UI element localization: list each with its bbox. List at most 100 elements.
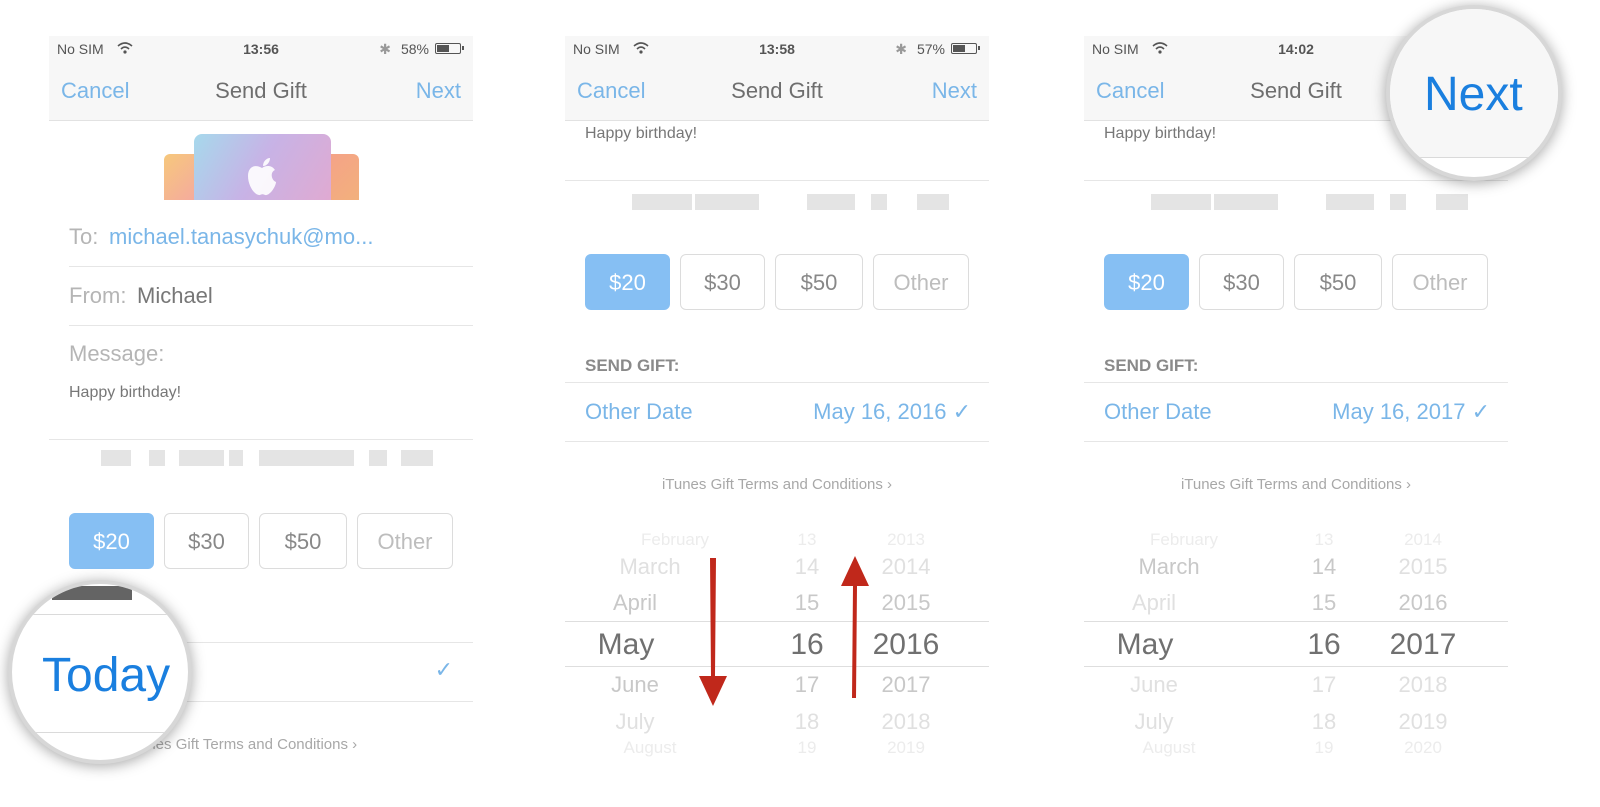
- bluetooth-icon: ✱: [379, 41, 391, 57]
- terms-link[interactable]: iTunes Gift Terms and Conditions ›: [1084, 476, 1508, 493]
- other-date-row[interactable]: Other Date May 16, 2016 ✓: [565, 382, 989, 442]
- nav-bar: Cancel Send Gift Next: [565, 62, 989, 121]
- picker-year[interactable]: 2020: [1378, 738, 1468, 758]
- blurred-text: [1084, 194, 1508, 212]
- battery-icon: [951, 43, 980, 54]
- arrow-up-icon: [841, 556, 869, 698]
- message-field[interactable]: Happy birthday!: [69, 384, 181, 402]
- picker-month-selected[interactable]: May: [565, 628, 687, 662]
- battery-icon: [435, 43, 464, 54]
- picker-day[interactable]: 14: [1294, 554, 1354, 580]
- arrow-down-icon: [699, 558, 727, 706]
- picker-day[interactable]: 15: [777, 590, 837, 616]
- picker-month[interactable]: March: [1114, 554, 1224, 580]
- picker-year[interactable]: 2015: [1378, 554, 1468, 580]
- amount-50-button[interactable]: $50: [259, 513, 347, 569]
- gift-card-image: [164, 134, 359, 200]
- picker-day-selected[interactable]: 16: [1294, 628, 1354, 662]
- amount-20-button[interactable]: $20: [69, 513, 154, 569]
- picker-month[interactable]: August: [595, 738, 705, 758]
- picker-day[interactable]: 13: [777, 530, 837, 550]
- other-date-label: Other Date: [1104, 399, 1212, 424]
- from-label: From:: [69, 283, 127, 308]
- picker-year[interactable]: 2016: [1378, 590, 1468, 616]
- screen-date-picker-2016: No SIM 13:58 ✱ 57% Cancel Send Gift Next…: [565, 36, 989, 776]
- send-gift-header: SEND GIFT:: [1104, 356, 1199, 375]
- other-date-label: Other Date: [585, 399, 693, 424]
- picker-day[interactable]: 17: [777, 672, 837, 698]
- picker-day[interactable]: 18: [777, 709, 837, 735]
- picker-year[interactable]: 2014: [1378, 530, 1468, 550]
- picker-day[interactable]: 14: [777, 554, 837, 580]
- battery-percent: 58%: [400, 41, 429, 57]
- date-picker[interactable]: February March April May June July Augus…: [1084, 526, 1508, 758]
- picker-day[interactable]: 19: [1294, 738, 1354, 758]
- bluetooth-icon: ✱: [895, 41, 907, 57]
- from-value: Michael: [137, 283, 213, 308]
- battery-percent: 57%: [916, 41, 945, 57]
- amount-30-button[interactable]: $30: [680, 254, 765, 310]
- picker-year-selected[interactable]: 2017: [1378, 628, 1468, 662]
- apple-logo-icon: [248, 158, 276, 196]
- date-picker[interactable]: February March April May June July Augus…: [565, 526, 989, 758]
- picker-month[interactable]: March: [595, 554, 705, 580]
- picker-month[interactable]: July: [1094, 709, 1214, 735]
- picker-month[interactable]: April: [1094, 590, 1214, 616]
- to-field[interactable]: To: michael.tanasychuk@mo...: [69, 206, 473, 267]
- picker-day[interactable]: 15: [1294, 590, 1354, 616]
- amount-20-button[interactable]: $20: [585, 254, 670, 310]
- from-field[interactable]: From: Michael: [69, 265, 473, 326]
- picker-year[interactable]: 2018: [861, 709, 951, 735]
- picker-year[interactable]: 2019: [1378, 709, 1468, 735]
- page-title: Send Gift: [731, 78, 823, 103]
- picker-month[interactable]: June: [1094, 672, 1214, 698]
- picker-month[interactable]: February: [615, 530, 735, 550]
- checkmark-icon: ✓: [434, 657, 453, 682]
- picker-day[interactable]: 13: [1294, 530, 1354, 550]
- picker-day-selected[interactable]: 16: [777, 628, 837, 662]
- amount-20-button[interactable]: $20: [1104, 254, 1189, 310]
- amount-30-button[interactable]: $30: [164, 513, 249, 569]
- page-title: Send Gift: [215, 78, 307, 103]
- date-value: May 16, 2016 ✓: [813, 399, 971, 424]
- amount-other-button[interactable]: Other: [873, 254, 969, 310]
- picker-year[interactable]: 2018: [1378, 672, 1468, 698]
- picker-day[interactable]: 18: [1294, 709, 1354, 735]
- amount-30-button[interactable]: $30: [1199, 254, 1284, 310]
- today-label[interactable]: Today: [42, 648, 170, 703]
- status-bar: No SIM 13:56 ✱ 58%: [49, 36, 473, 62]
- status-bar: No SIM 13:58 ✱ 57%: [565, 36, 989, 62]
- blurred-text: [565, 194, 989, 212]
- nav-bar: Cancel Send Gift Next: [49, 62, 473, 121]
- date-value: May 16, 2017 ✓: [1332, 399, 1490, 424]
- to-value: michael.tanasychuk@mo...: [109, 224, 374, 249]
- blurred-text: [49, 450, 473, 468]
- picker-day[interactable]: 19: [777, 738, 837, 758]
- terms-link[interactable]: iTunes Gift Terms and Conditions ›: [565, 476, 989, 493]
- picker-month[interactable]: July: [575, 709, 695, 735]
- picker-month[interactable]: February: [1124, 530, 1244, 550]
- other-date-row[interactable]: Other Date May 16, 2017 ✓: [1084, 382, 1508, 442]
- terms-link[interactable]: unes Gift Terms and Conditions ›: [139, 736, 473, 753]
- send-gift-header: SEND GIFT:: [585, 356, 680, 375]
- next-button-zoomed[interactable]: Next: [1424, 67, 1523, 122]
- amount-other-button[interactable]: Other: [1392, 254, 1488, 310]
- zoom-magnifier-next: Next: [1386, 5, 1562, 181]
- amount-50-button[interactable]: $50: [1294, 254, 1382, 310]
- picker-month[interactable]: June: [575, 672, 695, 698]
- message-field[interactable]: Happy birthday!: [1104, 125, 1216, 143]
- amount-other-button[interactable]: Other: [357, 513, 453, 569]
- picker-month[interactable]: April: [575, 590, 695, 616]
- picker-month-selected[interactable]: May: [1084, 628, 1206, 662]
- picker-month[interactable]: August: [1114, 738, 1224, 758]
- to-label: To:: [69, 224, 99, 249]
- message-label: Message:: [69, 341, 165, 366]
- zoom-magnifier-today: Today: [8, 580, 192, 764]
- next-button[interactable]: Next: [416, 78, 461, 104]
- picker-day[interactable]: 17: [1294, 672, 1354, 698]
- picker-year[interactable]: 2019: [861, 738, 951, 758]
- amount-50-button[interactable]: $50: [775, 254, 863, 310]
- next-button[interactable]: Next: [932, 78, 977, 104]
- message-field[interactable]: Happy birthday!: [585, 125, 697, 143]
- picker-year[interactable]: 2013: [861, 530, 951, 550]
